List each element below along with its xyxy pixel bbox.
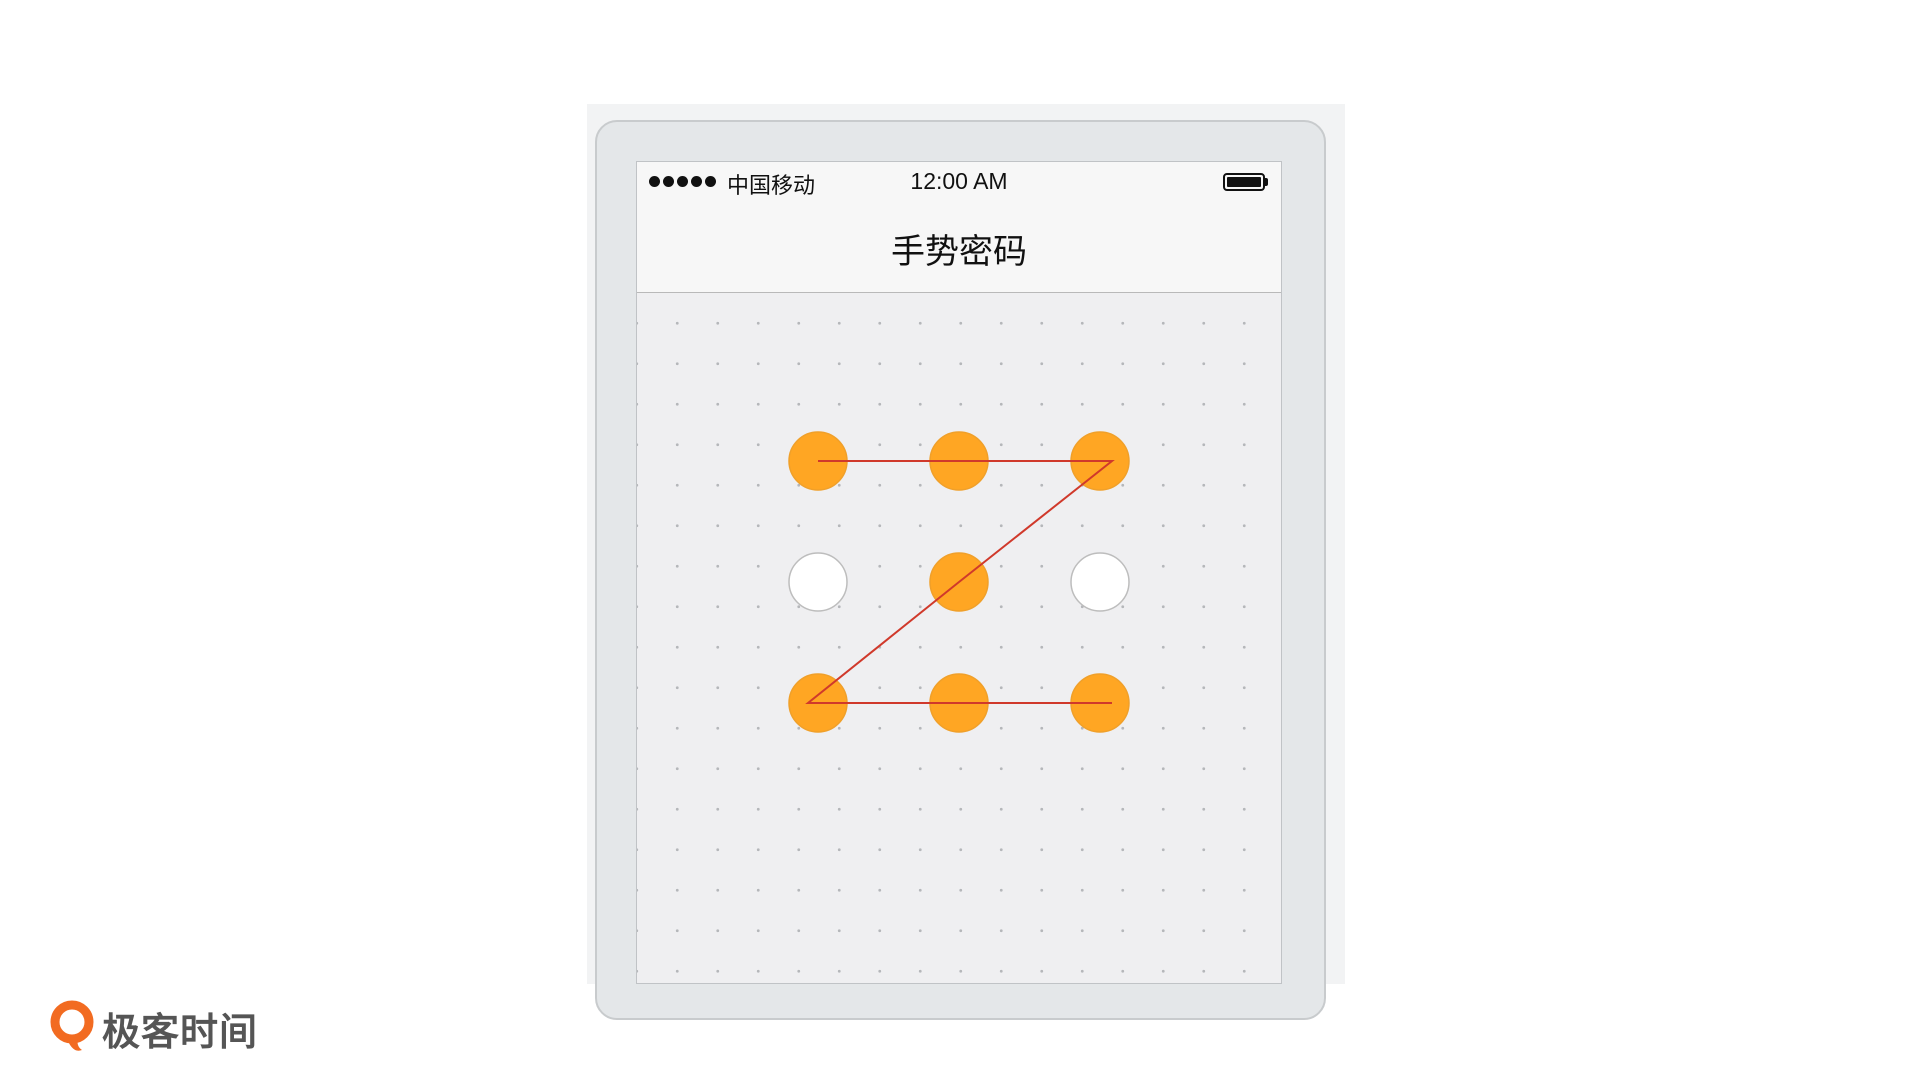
- page-title: 手势密码: [891, 232, 1027, 272]
- unselected-gesture-node-4[interactable]: [788, 552, 848, 612]
- navigation-header: 中国移动 12:00 AM 手势密码: [637, 162, 1281, 293]
- gesture-lock-area[interactable]: [637, 293, 1282, 984]
- status-bar: 中国移动 12:00 AM: [637, 162, 1281, 200]
- phone-screen: 中国移动 12:00 AM 手势密码: [636, 161, 1282, 984]
- gesture-path-line: [805, 460, 1115, 704]
- slide-canvas: 中国移动 12:00 AM 手势密码 极客时间: [0, 0, 1920, 1080]
- gesture-pattern-grid[interactable]: [637, 293, 1282, 984]
- brand-logo: 极客时间: [48, 1000, 258, 1056]
- battery-icon: [1223, 173, 1269, 191]
- unselected-gesture-node-6[interactable]: [1070, 552, 1130, 612]
- geektime-logo-icon: [50, 1000, 94, 1051]
- status-time: 12:00 AM: [910, 168, 1008, 194]
- brand-name: 极客时间: [102, 1009, 259, 1054]
